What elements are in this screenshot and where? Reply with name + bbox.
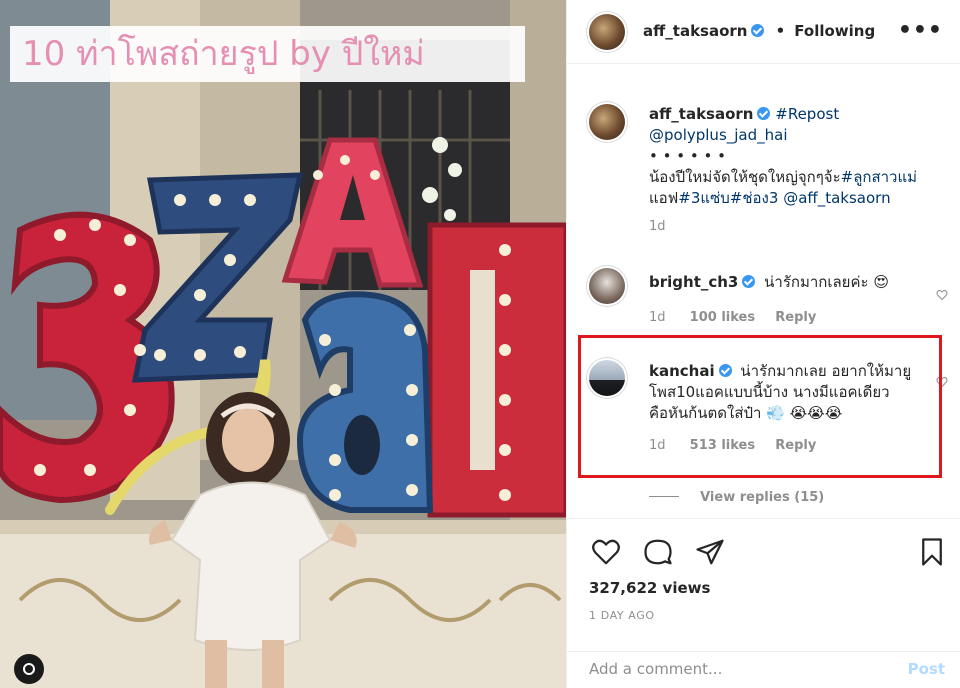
verified-badge-icon <box>742 275 756 288</box>
replies-divider <box>649 496 679 497</box>
comment-avatar-bright-ch3[interactable] <box>589 268 625 304</box>
like-heart-icon[interactable] <box>591 537 621 567</box>
header-separator: • <box>775 22 786 40</box>
highlight-box <box>578 335 942 478</box>
verified-badge-icon <box>751 24 765 37</box>
caption-time[interactable]: 1d <box>649 219 949 234</box>
post-comment-button[interactable]: Post <box>908 660 945 678</box>
caption-line1: น้องปีใหม่จัดให้ชุดใหญ่จุกๆจ้ะ <box>649 168 841 186</box>
comment-bubble-icon[interactable] <box>643 537 673 567</box>
caption: aff_taksaorn #Repost @polyplus_jad_hai •… <box>649 104 949 234</box>
comment-username[interactable]: bright_ch3 <box>649 273 738 291</box>
share-paper-plane-icon[interactable] <box>695 537 725 567</box>
repost-hashtag[interactable]: #Repost <box>775 105 839 123</box>
verified-badge-icon <box>757 107 771 120</box>
following-button[interactable]: Following <box>794 22 875 40</box>
add-comment-input[interactable] <box>589 660 889 678</box>
post-timestamp[interactable]: 1 DAY AGO <box>589 609 655 622</box>
hashtag-daughter[interactable]: #ลูกสาวแม่ <box>841 168 917 186</box>
caption-mention[interactable]: @polyplus_jad_hai <box>649 126 788 144</box>
caption-mention-author[interactable]: @aff_taksaorn <box>783 189 890 207</box>
caption-dots: • • • • • • <box>649 147 726 165</box>
add-comment-bar: Post <box>567 651 960 688</box>
video-overlay-title: 10 ท่าโพสถ่ายรูป by ปีใหม่ <box>10 26 525 82</box>
post-media[interactable]: 10 ท่าโพสถ่ายรูป by ปีใหม่ <box>0 0 566 688</box>
camera-icon[interactable] <box>14 654 44 684</box>
post-header: aff_taksaorn • Following ••• <box>567 0 960 64</box>
more-options-icon[interactable]: ••• <box>898 18 943 43</box>
view-replies-button[interactable]: View replies (15) <box>649 486 824 505</box>
comment-text: น่ารักมากเลยค่ะ 😍 <box>764 273 889 291</box>
caption-line2: แอฟ <box>649 189 679 207</box>
view-count[interactable]: 327,622 views <box>589 579 710 597</box>
hashtag-3zaap[interactable]: #3แซ่บ <box>678 189 729 207</box>
comment-likes[interactable]: 100 likes <box>690 310 755 325</box>
author-username[interactable]: aff_taksaorn <box>643 22 747 40</box>
hashtag-ch3[interactable]: #ช่อง3 <box>730 189 779 207</box>
caption-username[interactable]: aff_taksaorn <box>649 105 753 123</box>
save-bookmark-icon[interactable] <box>917 537 947 567</box>
comment-time[interactable]: 1d <box>649 310 666 325</box>
post-actions: 327,622 views 1 DAY AGO Post <box>567 518 960 688</box>
view-replies-label[interactable]: View replies (15) <box>700 490 824 505</box>
video-frame-illustration <box>0 0 566 688</box>
like-comment-heart-icon[interactable] <box>936 286 948 301</box>
reply-button[interactable]: Reply <box>775 310 816 325</box>
comment-bright-ch3: bright_ch3 น่ารักมากเลยค่ะ 😍 1d 100 like… <box>649 272 939 325</box>
caption-avatar[interactable] <box>589 104 625 140</box>
author-avatar[interactable] <box>589 14 625 50</box>
